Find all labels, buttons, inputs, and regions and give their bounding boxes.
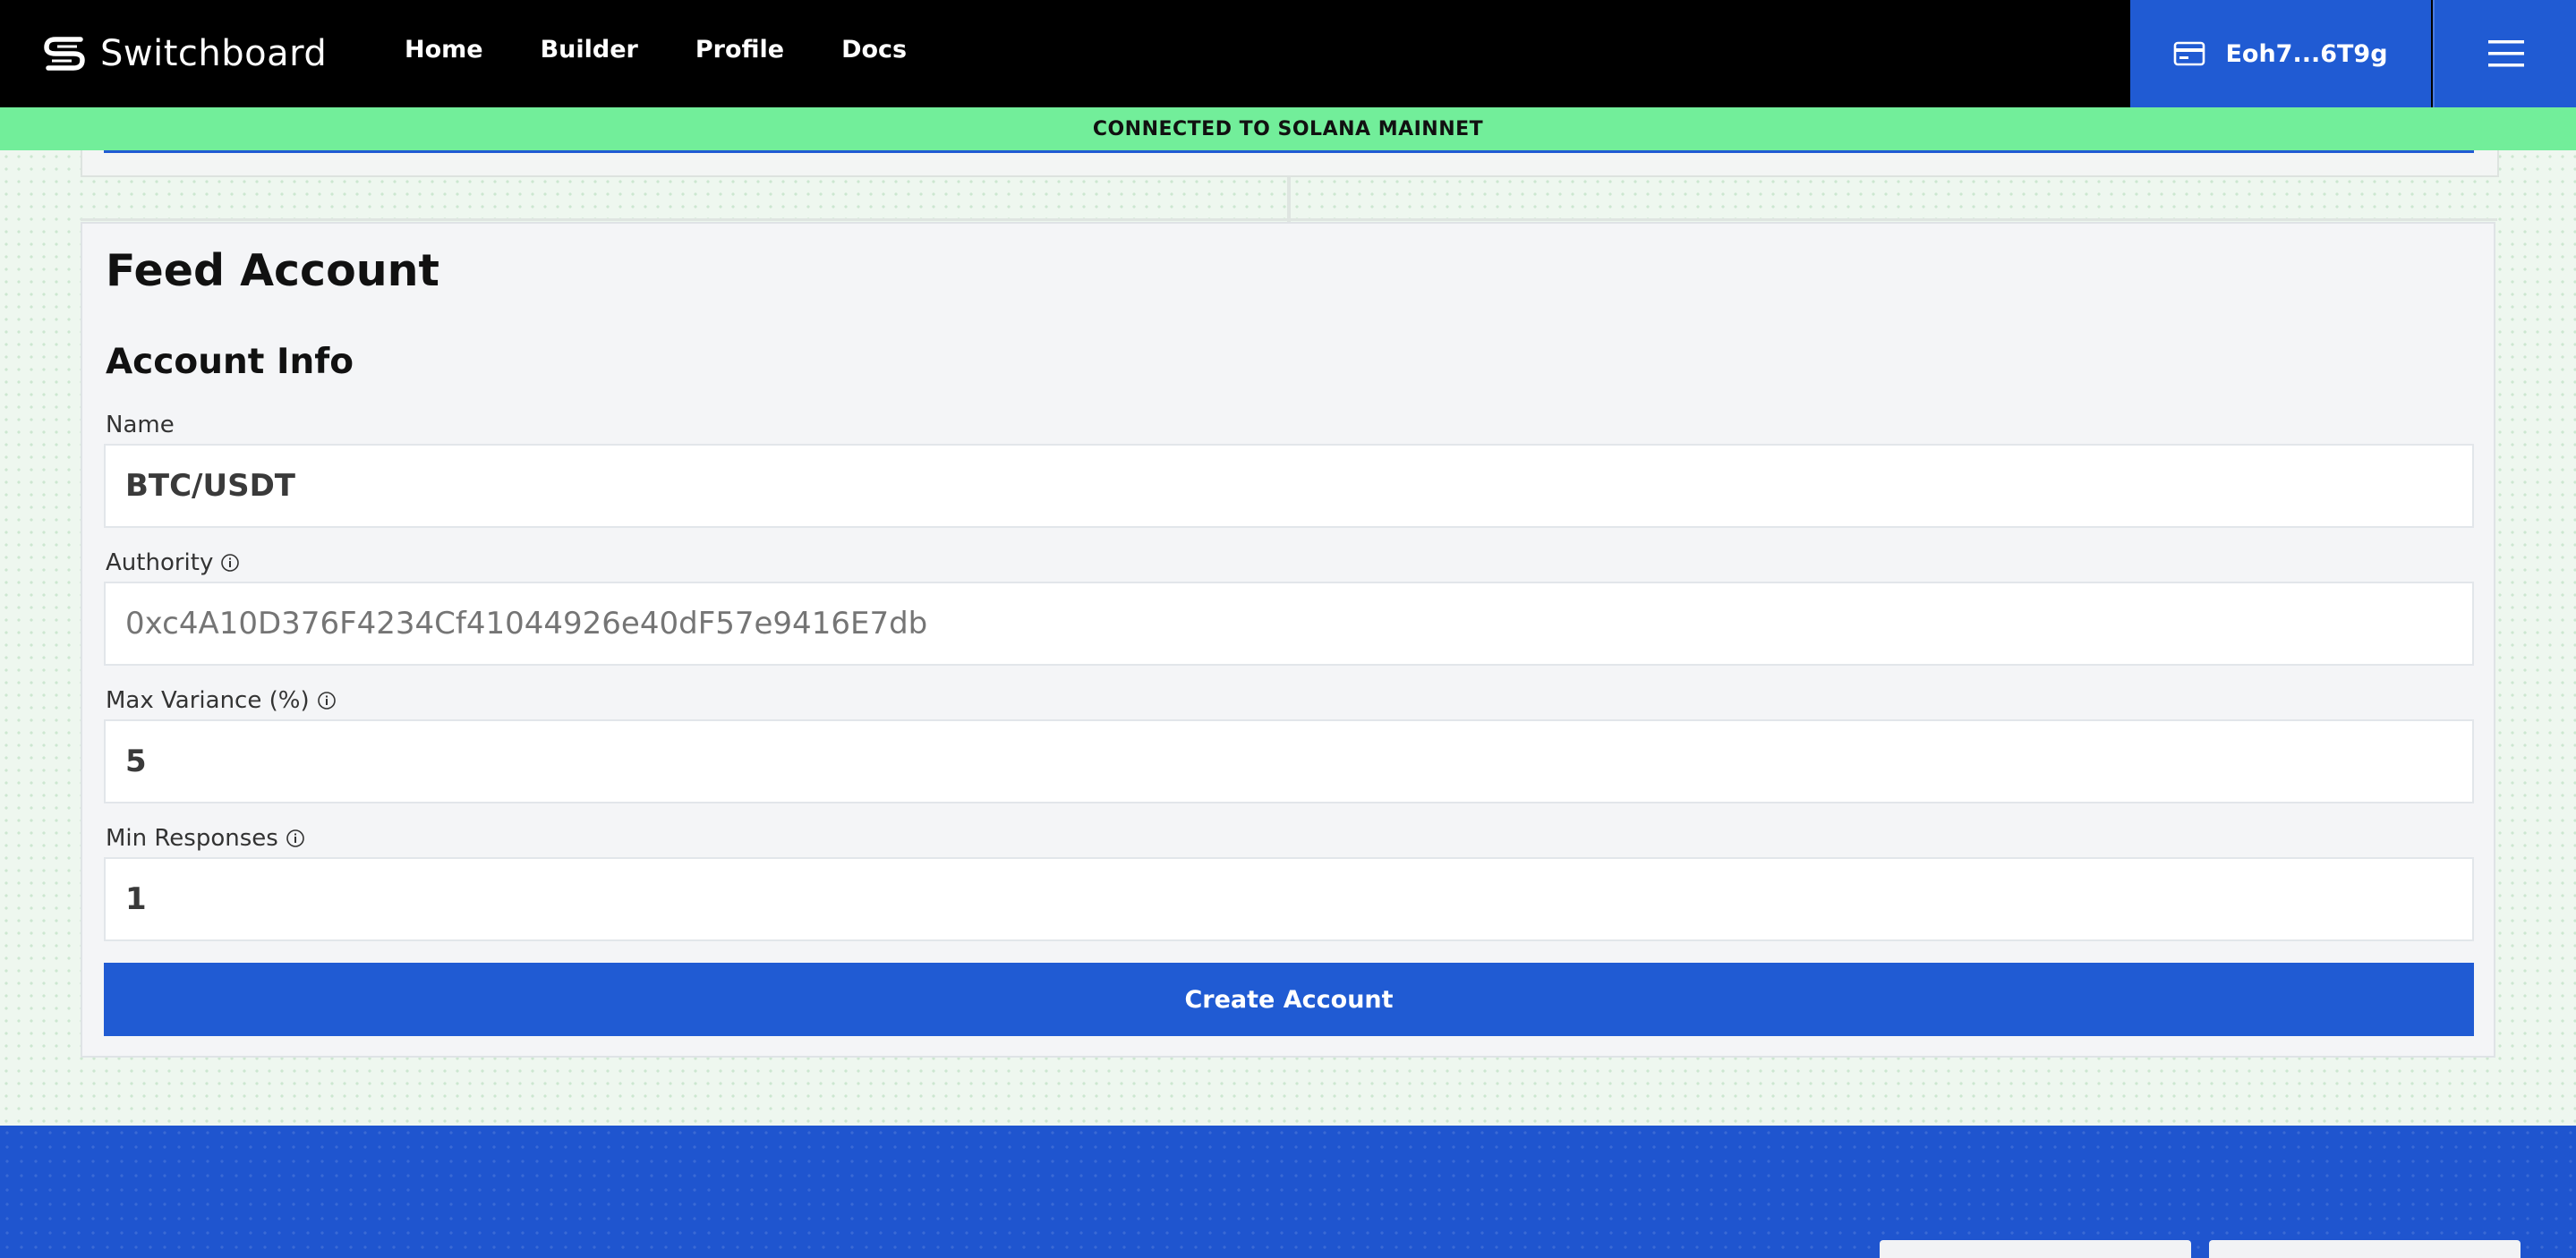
feed-account-card: Feed Account Account Info Name Authority… [81, 222, 2495, 1058]
logo[interactable]: Switchboard [41, 32, 327, 75]
min-responses-label: Min Responses [106, 825, 305, 852]
info-icon[interactable] [317, 691, 337, 710]
create-account-button[interactable]: Create Account [104, 963, 2474, 1036]
authority-input[interactable] [104, 582, 2474, 666]
max-variance-label-text: Max Variance (%) [106, 687, 310, 714]
footer-card-right [2209, 1240, 2521, 1258]
nav-link-profile[interactable]: Profile [695, 36, 784, 64]
name-input[interactable] [104, 444, 2474, 528]
switchboard-logo-icon [44, 37, 85, 71]
max-variance-input[interactable] [104, 719, 2474, 803]
network-status-banner: CONNECTED TO SOLANA MAINNET [0, 107, 2576, 150]
min-responses-label-text: Min Responses [106, 825, 278, 852]
nav-link-home[interactable]: Home [405, 36, 483, 64]
authority-label-text: Authority [106, 549, 214, 576]
name-label: Name [106, 412, 175, 438]
previous-card-accent-line [104, 150, 2474, 153]
menu-button[interactable] [2433, 0, 2576, 107]
section-divider [81, 218, 2497, 221]
authority-label: Authority [106, 549, 240, 576]
section-title: Account Info [106, 342, 354, 382]
min-responses-input[interactable] [104, 857, 2474, 941]
card-title: Feed Account [106, 245, 439, 296]
top-navbar: Switchboard Home Builder Profile Docs Eo… [0, 0, 2576, 107]
logo-text: Switchboard [100, 33, 328, 74]
nav-links: Home Builder Profile Docs [405, 36, 907, 64]
nav-link-builder[interactable]: Builder [541, 36, 638, 64]
previous-card-bottom [81, 150, 2499, 177]
nav-link-docs[interactable]: Docs [841, 36, 907, 64]
info-icon[interactable] [220, 553, 240, 573]
footer-card-left [1880, 1240, 2191, 1258]
credit-card-icon [2174, 41, 2205, 66]
wallet-address: Eoh7...6T9g [2225, 39, 2388, 68]
wallet-button[interactable]: Eoh7...6T9g [2130, 0, 2431, 107]
max-variance-label: Max Variance (%) [106, 687, 337, 714]
footer [0, 1126, 2576, 1258]
info-icon[interactable] [286, 829, 305, 848]
column-divider [1287, 177, 1291, 222]
name-label-text: Name [106, 412, 175, 438]
hamburger-menu-icon [2488, 40, 2524, 67]
